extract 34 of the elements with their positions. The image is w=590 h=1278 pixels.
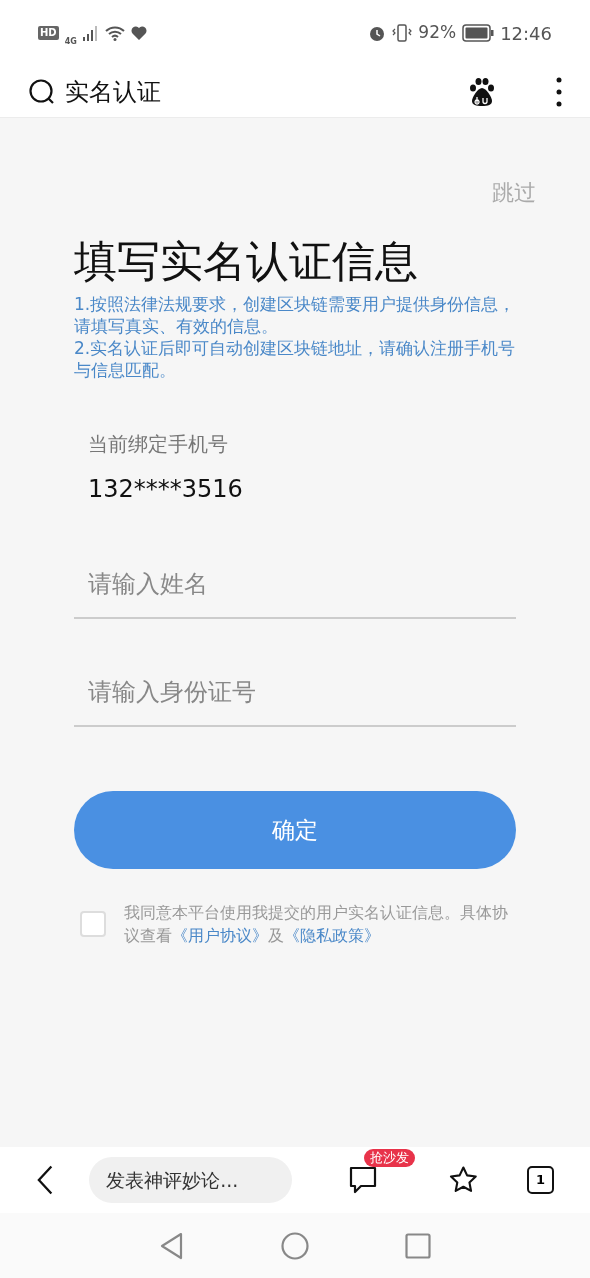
page-title: 实名认证 — [65, 76, 161, 108]
instruction-text: 2.实名认证后即可自动创建区块链地址，请确认注册手机号与信息匹配。 — [74, 337, 516, 381]
more-icon[interactable] — [556, 76, 562, 107]
alarm-icon — [368, 24, 387, 42]
network-label: 4G — [64, 38, 77, 46]
user-agreement-link[interactable]: 《用户协议》 — [172, 926, 268, 945]
agreement-text: 我同意本平台使用我提交的用户实名认证信息。具体协议查看《用户协议》及《隐私政策》 — [124, 902, 509, 947]
hd-badge: HD — [38, 26, 59, 40]
phone-number: 132****3516 — [88, 474, 244, 505]
battery-icon — [462, 24, 495, 42]
tab-count-button[interactable]: 1 — [526, 1166, 554, 1194]
skip-button[interactable]: 跳过 — [492, 176, 536, 209]
text-field[interactable]: 请输入身份证号 — [74, 659, 516, 727]
home-icon[interactable] — [281, 1231, 309, 1260]
phone-label: 当前绑定手机号 — [88, 431, 229, 458]
clock-time: 12:46 — [500, 21, 552, 46]
text-field[interactable]: 请输入姓名 — [74, 551, 516, 619]
battery-percent: 92% — [418, 21, 457, 45]
heart-icon — [130, 26, 147, 40]
form-heading: 填写实名认证信息 — [74, 235, 419, 287]
privacy-policy-link[interactable]: 《隐私政策》 — [284, 926, 380, 945]
instruction-text: 1.按照法律法规要求，创建区块链需要用户提供身份信息，请填写真实、有效的信息。 — [74, 293, 516, 337]
comment-badge: 抢沙发 — [364, 1149, 416, 1167]
agree-checkbox[interactable] — [80, 911, 106, 937]
comment-field[interactable]: 发表神评妙论... — [89, 1157, 293, 1203]
wifi-icon — [104, 25, 125, 41]
confirm-button[interactable]: 确定 — [74, 791, 516, 869]
vibrate-icon — [392, 24, 413, 42]
search-icon[interactable] — [28, 77, 56, 106]
recents-icon[interactable] — [405, 1232, 431, 1259]
paw-icon[interactable] — [468, 76, 496, 107]
comment-icon[interactable] — [348, 1165, 379, 1195]
signal-icon — [82, 25, 99, 41]
back-nav-icon[interactable] — [159, 1231, 185, 1260]
